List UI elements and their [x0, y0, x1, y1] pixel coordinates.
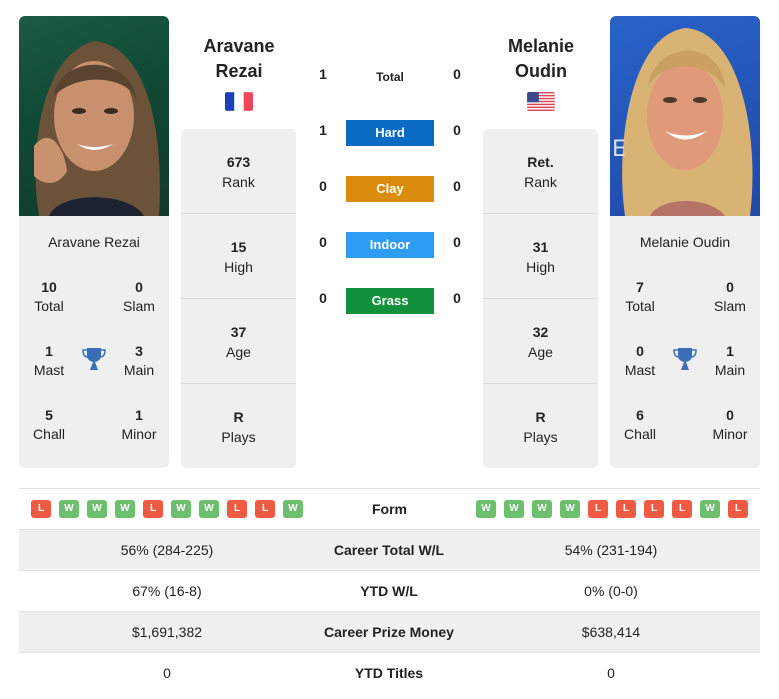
surface-indoor-badge[interactable]: Indoor: [346, 232, 434, 258]
titles-mast-left: 1 Mast: [33, 343, 65, 378]
comparison-row-career-wl: 56% (284-225) Career Total W/L 54% (231-…: [19, 530, 760, 571]
stat-rank-left: 673 Rank: [181, 129, 296, 214]
titles-mast-right: 0 Mast: [624, 343, 656, 378]
player-photo-right: E: [610, 16, 760, 216]
titles-chall-right: 6 Chall: [624, 407, 656, 442]
titles-card-right: Melanie Oudin 7 Total 0 Slam 0 Mast 1 Ma…: [610, 216, 760, 468]
form-win-badge[interactable]: W: [283, 500, 303, 518]
h2h-row-grass: 0 Grass 0: [310, 280, 470, 320]
form-badges-right: WWWWLLLLWL: [476, 500, 748, 518]
player-portrait-left: [34, 41, 160, 216]
stat-rank-right: Ret. Rank: [483, 129, 598, 214]
form-win-badge[interactable]: W: [199, 500, 219, 518]
form-loss-badge[interactable]: L: [728, 500, 748, 518]
titles-chall-left: 5 Chall: [33, 407, 65, 442]
surface-grass-badge[interactable]: Grass: [346, 288, 434, 314]
svg-text:E: E: [612, 137, 626, 162]
titles-minor-right: 0 Minor: [712, 407, 748, 442]
form-win-badge[interactable]: W: [532, 500, 552, 518]
form-win-badge[interactable]: W: [115, 500, 135, 518]
form-win-badge[interactable]: W: [87, 500, 107, 518]
titles-main-right: 1 Main: [714, 343, 746, 378]
surface-clay-badge[interactable]: Clay: [346, 176, 434, 202]
form-win-badge[interactable]: W: [476, 500, 496, 518]
form-loss-badge[interactable]: L: [143, 500, 163, 518]
player-first-name-left[interactable]: Aravane: [164, 34, 314, 59]
form-loss-badge[interactable]: L: [644, 500, 664, 518]
h2h-row-hard: 1 Hard 0: [310, 112, 470, 152]
titles-main-left: 3 Main: [123, 343, 155, 378]
titles-total-left: 10 Total: [34, 279, 64, 314]
form-loss-badge[interactable]: L: [672, 500, 692, 518]
trophy-icon: [81, 346, 107, 372]
player-name-right: Melanie Oudin: [639, 234, 731, 250]
h2h-row-clay: 0 Clay 0: [310, 168, 470, 208]
player-portrait-right: E: [612, 28, 753, 216]
form-win-badge[interactable]: W: [504, 500, 524, 518]
stat-plays-right: R Plays: [523, 409, 558, 445]
comparison-row-ytd-titles: 0 YTD Titles 0: [163, 665, 615, 681]
player-first-name-right[interactable]: Melanie: [466, 34, 616, 59]
comparison-row-prize-money: $1,691,382 Career Prize Money $638,414: [19, 612, 760, 653]
trophy-icon: [672, 346, 698, 372]
france-flag-icon: [225, 92, 253, 111]
player-header-left: Aravane Rezai: [164, 34, 314, 116]
form-loss-badge[interactable]: L: [616, 500, 636, 518]
usa-flag-icon: [527, 92, 555, 111]
titles-minor-left: 1 Minor: [121, 407, 157, 442]
form-win-badge[interactable]: W: [59, 500, 79, 518]
player-last-name-right[interactable]: Oudin: [466, 59, 616, 84]
h2h-row-indoor: 0 Indoor 0: [310, 224, 470, 264]
form-win-badge[interactable]: W: [700, 500, 720, 518]
form-loss-badge[interactable]: L: [31, 500, 51, 518]
stat-age-right: 32 Age: [483, 299, 598, 384]
surface-hard-badge[interactable]: Hard: [346, 120, 434, 146]
form-win-badge[interactable]: W: [560, 500, 580, 518]
player-photo-left: [19, 16, 169, 216]
form-loss-badge[interactable]: L: [588, 500, 608, 518]
titles-card-left: Aravane Rezai 10 Total 0 Slam 1 Mast 3 M…: [19, 216, 169, 468]
player-last-name-left[interactable]: Rezai: [164, 59, 314, 84]
stats-column-left: 673 Rank 15 High 37 Age R Plays: [181, 129, 296, 468]
form-badges-left: LWWWLWWLLW: [31, 500, 303, 518]
titles-slam-right: 0 Slam: [714, 279, 746, 314]
player-name-left: Aravane Rezai: [48, 234, 140, 250]
h2h-row-total: 1 Total 0: [310, 56, 470, 96]
stat-high-left: 15 High: [181, 214, 296, 299]
surface-total-label: Total: [376, 70, 404, 84]
stats-column-right: Ret. Rank 31 High 32 Age R Plays: [483, 129, 598, 468]
titles-total-right: 7 Total: [625, 279, 655, 314]
form-loss-badge[interactable]: L: [255, 500, 275, 518]
stat-age-left: 37 Age: [181, 299, 296, 384]
stat-high-right: 31 High: [483, 214, 598, 299]
comparison-row-ytd-wl: 67% (16-8) YTD W/L 0% (0-0): [132, 583, 638, 599]
stat-plays-left: R Plays: [221, 409, 256, 445]
form-loss-badge[interactable]: L: [227, 500, 247, 518]
form-label: Form: [372, 501, 407, 517]
player-header-right: Melanie Oudin: [466, 34, 616, 116]
form-row: LWWWLWWLLW Form WWWWLLLLWL: [19, 489, 760, 530]
titles-slam-left: 0 Slam: [123, 279, 155, 314]
form-win-badge[interactable]: W: [171, 500, 191, 518]
